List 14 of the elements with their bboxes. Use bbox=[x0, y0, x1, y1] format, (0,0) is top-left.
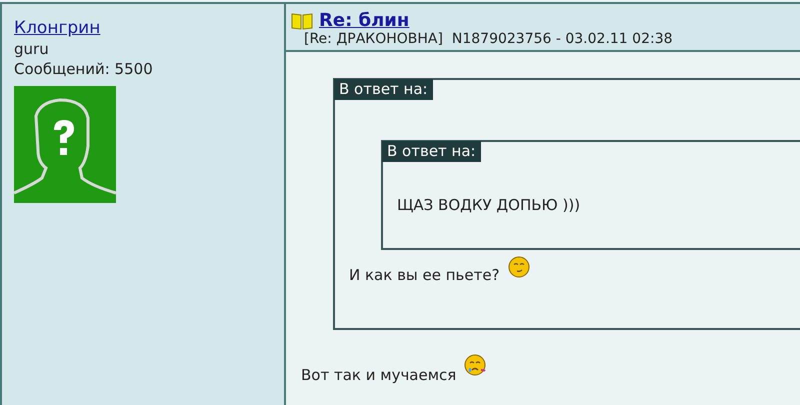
book-icon bbox=[291, 12, 313, 30]
crying-smiley-icon bbox=[464, 354, 488, 378]
post-meta: [Re: ДРАКОНОВНА] N1879023756 - 03.02.11 02:38 bbox=[304, 31, 674, 47]
user-rank: guru bbox=[14, 40, 50, 58]
quote-label: В ответ на: bbox=[382, 141, 481, 162]
author-link[interactable]: Клонгрин bbox=[14, 18, 100, 38]
smiley-icon bbox=[508, 256, 532, 280]
post-text: Вот так и мучаемся bbox=[301, 365, 456, 384]
avatar-icon bbox=[14, 86, 116, 203]
quote-text: ЩАЗ ВОДКУ ДОПЬЮ ))) bbox=[397, 196, 580, 214]
quote-text: И как вы ее пьете? bbox=[349, 266, 500, 284]
post-count: Сообщений: 5500 bbox=[14, 60, 154, 78]
quote-label: В ответ на: bbox=[334, 79, 433, 100]
post-title[interactable]: Re: блин bbox=[319, 10, 410, 31]
